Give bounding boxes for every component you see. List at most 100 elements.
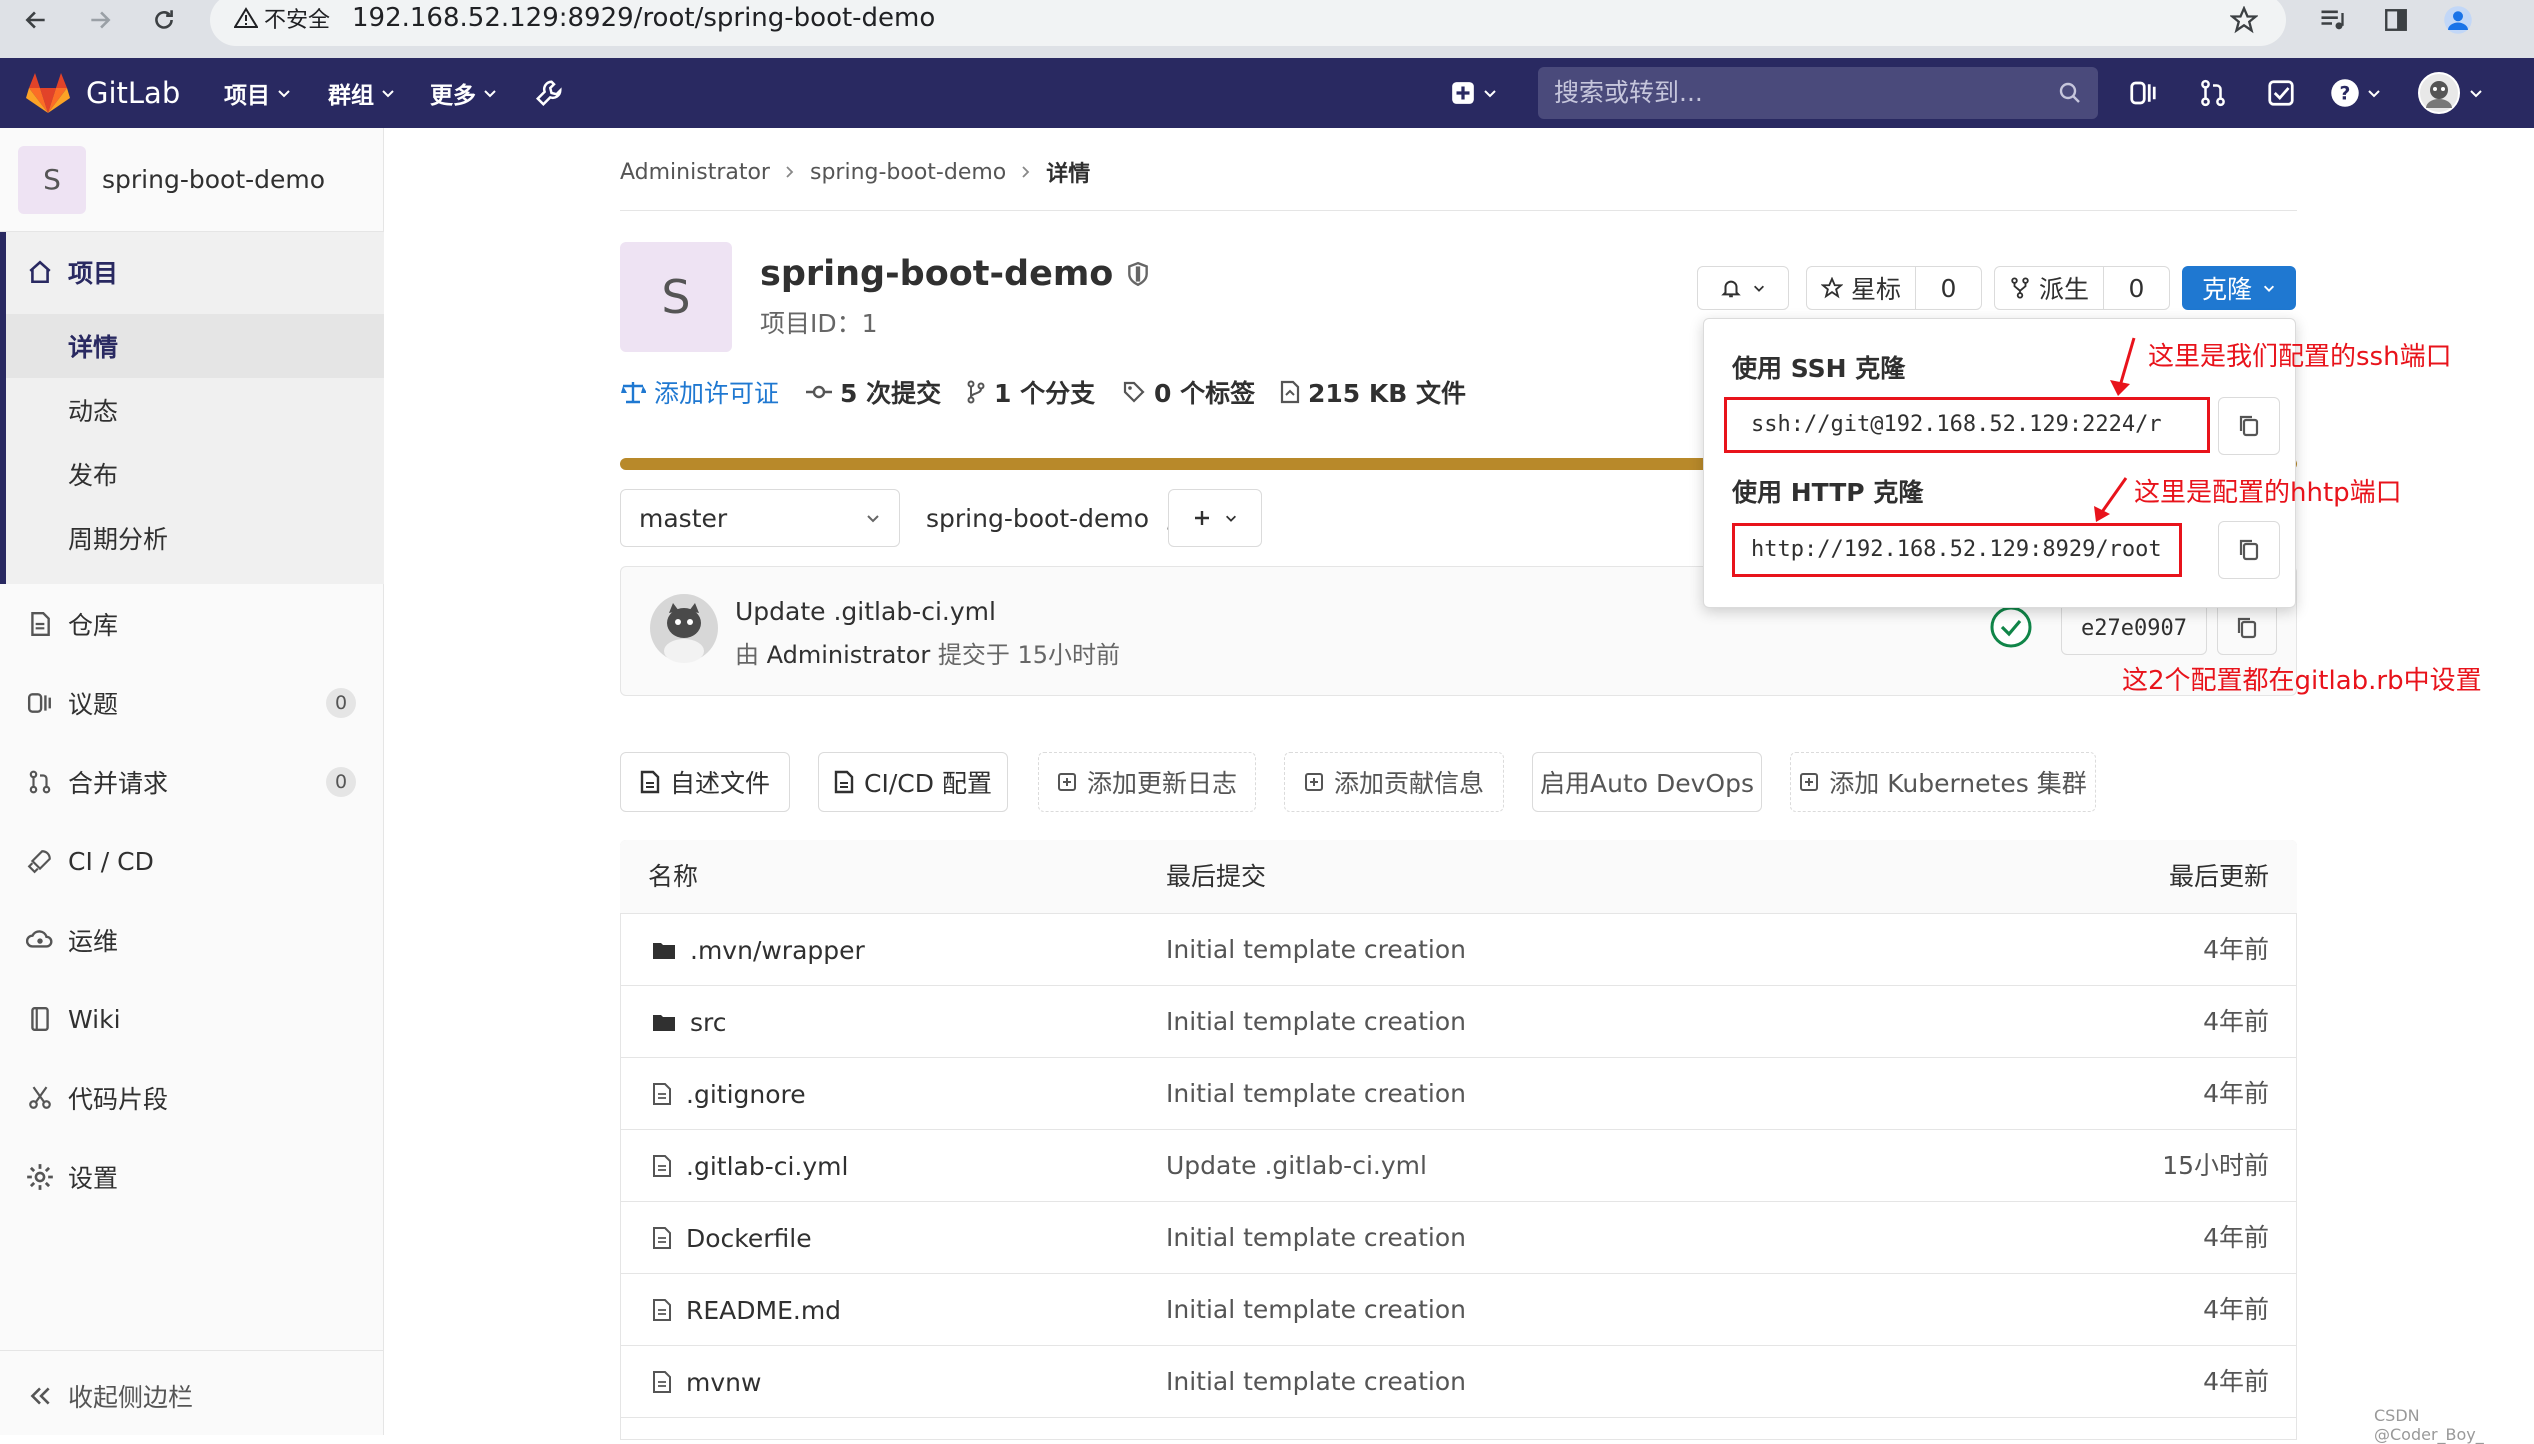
brand-name[interactable]: GitLab: [86, 58, 180, 128]
collapse-sidebar-button[interactable]: 收起侧边栏: [0, 1364, 384, 1428]
breadcrumb-owner[interactable]: Administrator: [620, 160, 770, 185]
storage-stat[interactable]: 215 KB 文件: [1280, 374, 1466, 410]
branch-selector[interactable]: master: [620, 489, 900, 547]
add-kubernetes-button[interactable]: 添加 Kubernetes 集群: [1790, 752, 2096, 812]
commit-sha[interactable]: e27e0907: [2061, 601, 2207, 655]
fork-button[interactable]: 派生 0: [1994, 266, 2170, 310]
copy-sha-button[interactable]: [2217, 601, 2277, 655]
user-menu[interactable]: [2418, 72, 2484, 114]
file-commit[interactable]: Initial template creation: [1166, 1202, 1466, 1274]
sidebar-sub-cycle-label: 周期分析: [68, 525, 169, 554]
file-name[interactable]: mvnw: [686, 1368, 761, 1397]
issues-nav-icon[interactable]: [2128, 78, 2158, 108]
file-commit[interactable]: Initial template creation: [1166, 1058, 1466, 1130]
menu-projects[interactable]: 项目: [224, 58, 292, 128]
commit-icon: [806, 385, 832, 399]
security-indicator[interactable]: 不安全: [226, 0, 338, 36]
sidebar-sub-releases[interactable]: 发布: [0, 442, 384, 506]
sidebar-item-wiki[interactable]: Wiki: [0, 987, 384, 1051]
add-contributing-button[interactable]: 添加贡献信息: [1284, 752, 1504, 812]
copy-ssh-url-button[interactable]: [2218, 397, 2280, 455]
profile-icon[interactable]: [2432, 0, 2484, 40]
add-license-link[interactable]: 添加许可证: [620, 374, 779, 410]
folder-icon: [653, 943, 675, 959]
star-action[interactable]: 星标: [1807, 267, 1917, 309]
table-row[interactable]: .gitignore Initial template creation 4年前: [620, 1058, 2297, 1130]
branches-stat[interactable]: 1 个分支: [966, 374, 1095, 410]
pipeline-passed-icon[interactable]: [1989, 605, 2033, 649]
sidebar-item-operations[interactable]: 运维: [0, 908, 384, 972]
file-commit[interactable]: Initial template creation: [1166, 1274, 1466, 1346]
mr-count-badge: 0: [326, 767, 356, 797]
cicd-config-button[interactable]: CI/CD 配置: [818, 752, 1008, 812]
tags-stat[interactable]: 0 个标签: [1122, 374, 1255, 410]
add-readme-button[interactable]: 自述文件: [620, 752, 790, 812]
repo-path-root[interactable]: spring-boot-demo: [926, 504, 1149, 533]
copy-http-url-button[interactable]: [2218, 521, 2280, 579]
sidebar-item-cicd[interactable]: CI / CD: [0, 829, 384, 893]
file-name[interactable]: src: [690, 1008, 727, 1037]
file-name[interactable]: README.md: [686, 1296, 841, 1325]
back-icon[interactable]: [10, 0, 62, 40]
commits-label: 5 次提交: [840, 379, 942, 408]
url-text[interactable]: 192.168.52.129:8929/root/spring-boot-dem…: [352, 0, 935, 36]
merge-request-nav-icon[interactable]: [2198, 78, 2228, 108]
table-row[interactable]: Dockerfile Initial template creation 4年前: [620, 1202, 2297, 1274]
sidebar-item-snippets[interactable]: 代码片段: [0, 1066, 384, 1130]
enable-auto-devops-button[interactable]: 启用Auto DevOps: [1532, 752, 1762, 812]
sidebar-item-project[interactable]: 项目: [0, 240, 384, 304]
file-commit[interactable]: Update .gitlab-ci.yml: [1166, 1130, 1427, 1202]
add-to-tree-button[interactable]: [1168, 489, 1262, 547]
file-name[interactable]: .mvn/wrapper: [690, 936, 865, 965]
fork-count[interactable]: 0: [2104, 274, 2169, 303]
file-name[interactable]: .gitlab-ci.yml: [686, 1152, 848, 1181]
commits-stat[interactable]: 5 次提交: [806, 374, 941, 410]
table-row[interactable]: src Initial template creation 4年前: [620, 986, 2297, 1058]
commit-title[interactable]: Update .gitlab-ci.yml: [735, 597, 996, 626]
file-table-header: 名称 最后提交 最后更新: [620, 840, 2297, 914]
ssh-clone-url-input[interactable]: ssh://git@192.168.52.129:2224/r: [1724, 397, 2210, 453]
table-row[interactable]: .gitlab-ci.yml Update .gitlab-ci.yml 15小…: [620, 1130, 2297, 1202]
menu-groups[interactable]: 群组: [328, 58, 396, 128]
sidebar-sub-cycle-analytics[interactable]: 周期分析: [0, 506, 384, 570]
sidebar-item-repository-label: 仓库: [68, 611, 119, 640]
breadcrumb-project[interactable]: spring-boot-demo: [810, 160, 1006, 185]
star-count[interactable]: 0: [1916, 274, 1981, 303]
media-control-icon[interactable]: [2306, 0, 2358, 40]
help-menu[interactable]: ?: [2330, 78, 2382, 108]
search-input[interactable]: 搜索或转到...: [1538, 67, 2098, 119]
file-icon: [653, 1155, 671, 1177]
notification-button[interactable]: [1697, 266, 1789, 310]
commit-author[interactable]: Administrator: [767, 641, 931, 669]
file-name[interactable]: .gitignore: [686, 1080, 806, 1109]
file-name[interactable]: Dockerfile: [686, 1224, 812, 1253]
file-commit[interactable]: Initial template creation: [1166, 914, 1466, 986]
sidebar-project-header[interactable]: S spring-boot-demo: [0, 128, 384, 232]
file-commit[interactable]: Initial template creation: [1166, 1346, 1466, 1418]
add-changelog-button[interactable]: 添加更新日志: [1038, 752, 1256, 812]
reload-icon[interactable]: [138, 0, 190, 40]
sidebar-item-repository[interactable]: 仓库: [0, 592, 384, 656]
forward-icon[interactable]: [74, 0, 126, 40]
bookmark-star-icon[interactable]: [2218, 0, 2270, 40]
star-button[interactable]: 星标 0: [1806, 266, 1982, 310]
sidebar-item-issues[interactable]: 议题 0: [0, 671, 384, 735]
http-clone-url-input[interactable]: http://192.168.52.129:8929/root: [1732, 523, 2182, 577]
table-row[interactable]: README.md Initial template creation 4年前: [620, 1274, 2297, 1346]
clone-button[interactable]: 克隆: [2182, 266, 2296, 310]
side-panel-icon[interactable]: [2370, 0, 2422, 40]
table-row[interactable]: .mvn/wrapper Initial template creation 4…: [620, 914, 2297, 986]
new-item-menu[interactable]: [1450, 80, 1498, 106]
file-commit[interactable]: Initial template creation: [1166, 986, 1466, 1058]
sidebar-sub-activity[interactable]: 动态: [0, 378, 384, 442]
sidebar-item-settings[interactable]: 设置: [0, 1145, 384, 1209]
gitlab-logo-icon[interactable]: [26, 72, 70, 114]
sidebar-item-merge-requests[interactable]: 合并请求 0: [0, 750, 384, 814]
avatar[interactable]: [649, 593, 719, 663]
fork-action[interactable]: 派生: [1995, 267, 2105, 309]
admin-wrench-icon[interactable]: [534, 78, 564, 108]
menu-more[interactable]: 更多: [430, 58, 498, 128]
sidebar-sub-details[interactable]: 详情: [0, 314, 384, 378]
table-row[interactable]: mvnw Initial template creation 4年前: [620, 1346, 2297, 1418]
todo-nav-icon[interactable]: [2266, 78, 2296, 108]
